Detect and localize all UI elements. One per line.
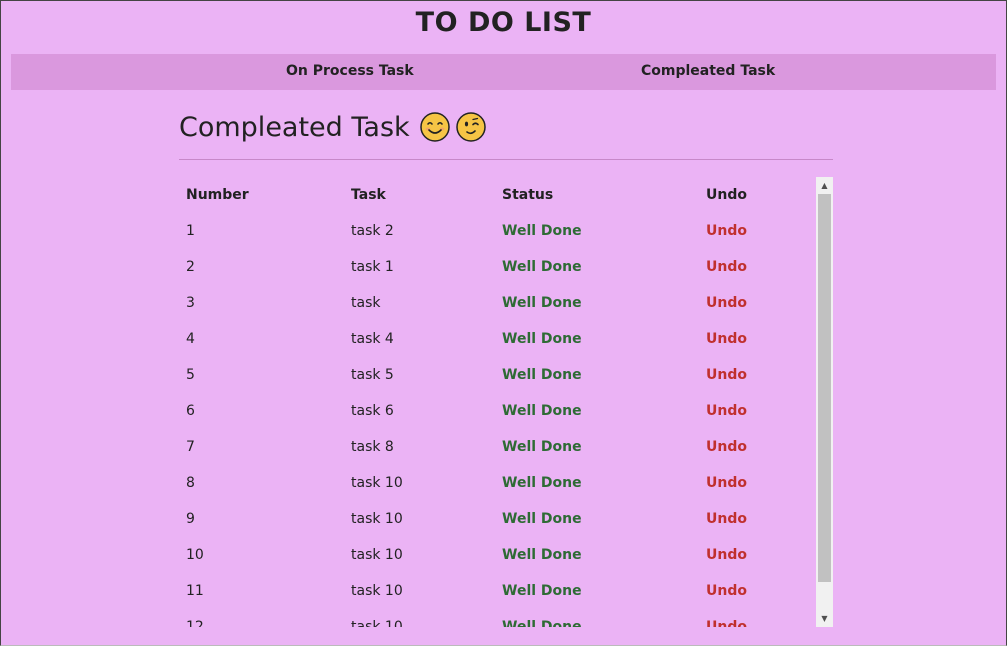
row-status: Well Done xyxy=(502,439,582,455)
table-row: 12 task 10 Well Done Undo xyxy=(179,609,815,627)
row-task: task 2 xyxy=(351,223,394,239)
row-task: task xyxy=(351,295,381,311)
row-status: Well Done xyxy=(502,259,582,275)
undo-button[interactable]: Undo xyxy=(699,609,815,627)
row-number: 9 xyxy=(186,511,195,527)
table-row: 11 task 10 Well Done Undo xyxy=(179,573,815,609)
row-status: Well Done xyxy=(502,511,582,527)
scroll-down-arrow-icon[interactable]: ▼ xyxy=(816,610,833,627)
table-scrollbar[interactable]: ▲ ▼ xyxy=(816,177,833,627)
completed-task-table: Number Task Status Undo 1 task 2 Well Do… xyxy=(179,177,815,627)
table-header-row: Number Task Status Undo xyxy=(179,177,815,213)
header-status: Status xyxy=(502,187,554,203)
undo-button[interactable]: Undo xyxy=(699,393,815,429)
nav-bar: On Process Task Compleated Task xyxy=(11,54,996,90)
winking-face-icon xyxy=(455,112,486,142)
undo-button[interactable]: Undo xyxy=(699,357,815,393)
completed-section: Compleated Task Number Task Status Undo … xyxy=(179,99,833,627)
row-status: Well Done xyxy=(502,583,582,599)
section-title-text: Compleated Task xyxy=(179,111,410,143)
row-task: task 8 xyxy=(351,439,394,455)
row-status: Well Done xyxy=(502,403,582,419)
undo-button[interactable]: Undo xyxy=(699,285,815,321)
row-number: 5 xyxy=(186,367,195,383)
undo-button[interactable]: Undo xyxy=(699,321,815,357)
table-row: 1 task 2 Well Done Undo xyxy=(179,213,815,249)
row-number: 8 xyxy=(186,475,195,491)
row-task: task 10 xyxy=(351,583,403,599)
undo-button[interactable]: Undo xyxy=(699,465,815,501)
undo-button[interactable]: Undo xyxy=(699,249,815,285)
row-number: 3 xyxy=(186,295,195,311)
row-number: 6 xyxy=(186,403,195,419)
table-row: 8 task 10 Well Done Undo xyxy=(179,465,815,501)
undo-button[interactable]: Undo xyxy=(699,213,815,249)
table-row: 9 task 10 Well Done Undo xyxy=(179,501,815,537)
nav-on-process-task[interactable]: On Process Task xyxy=(286,63,414,79)
row-status: Well Done xyxy=(502,547,582,563)
nav-compleated-task[interactable]: Compleated Task xyxy=(641,63,775,79)
header-number: Number xyxy=(186,187,249,203)
row-task: task 10 xyxy=(351,511,403,527)
table-row: 10 task 10 Well Done Undo xyxy=(179,537,815,573)
section-title: Compleated Task xyxy=(179,99,833,155)
row-task: task 10 xyxy=(351,619,403,627)
row-task: task 10 xyxy=(351,475,403,491)
scroll-up-arrow-icon[interactable]: ▲ xyxy=(816,177,833,194)
undo-button[interactable]: Undo xyxy=(699,537,815,573)
table-row: 5 task 5 Well Done Undo xyxy=(179,357,815,393)
row-task: task 1 xyxy=(351,259,394,275)
row-task: task 10 xyxy=(351,547,403,563)
row-task: task 5 xyxy=(351,367,394,383)
header-undo: Undo xyxy=(706,187,747,203)
row-number: 7 xyxy=(186,439,195,455)
completed-table-container[interactable]: Number Task Status Undo 1 task 2 Well Do… xyxy=(179,177,833,627)
undo-button[interactable]: Undo xyxy=(699,573,815,609)
row-number: 2 xyxy=(186,259,195,275)
table-row: 4 task 4 Well Done Undo xyxy=(179,321,815,357)
section-divider xyxy=(179,159,833,160)
row-number: 1 xyxy=(186,223,195,239)
app-title: TO DO LIST xyxy=(415,7,592,38)
row-status: Well Done xyxy=(502,619,582,627)
row-number: 4 xyxy=(186,331,195,347)
header-task: Task xyxy=(351,187,386,203)
row-status: Well Done xyxy=(502,331,582,347)
row-number: 10 xyxy=(186,547,204,563)
row-number: 12 xyxy=(186,619,204,627)
table-row: 3 task Well Done Undo xyxy=(179,285,815,321)
row-status: Well Done xyxy=(502,223,582,239)
row-status: Well Done xyxy=(502,475,582,491)
row-task: task 6 xyxy=(351,403,394,419)
undo-button[interactable]: Undo xyxy=(699,429,815,465)
scroll-thumb[interactable] xyxy=(818,194,831,582)
smiling-face-icon xyxy=(419,112,450,142)
table-row: 2 task 1 Well Done Undo xyxy=(179,249,815,285)
app-window: TO DO LIST On Process Task Compleated Ta… xyxy=(0,0,1007,646)
row-status: Well Done xyxy=(502,295,582,311)
undo-button[interactable]: Undo xyxy=(699,501,815,537)
table-row: 7 task 8 Well Done Undo xyxy=(179,429,815,465)
table-row: 6 task 6 Well Done Undo xyxy=(179,393,815,429)
row-task: task 4 xyxy=(351,331,394,347)
row-status: Well Done xyxy=(502,367,582,383)
row-number: 11 xyxy=(186,583,204,599)
